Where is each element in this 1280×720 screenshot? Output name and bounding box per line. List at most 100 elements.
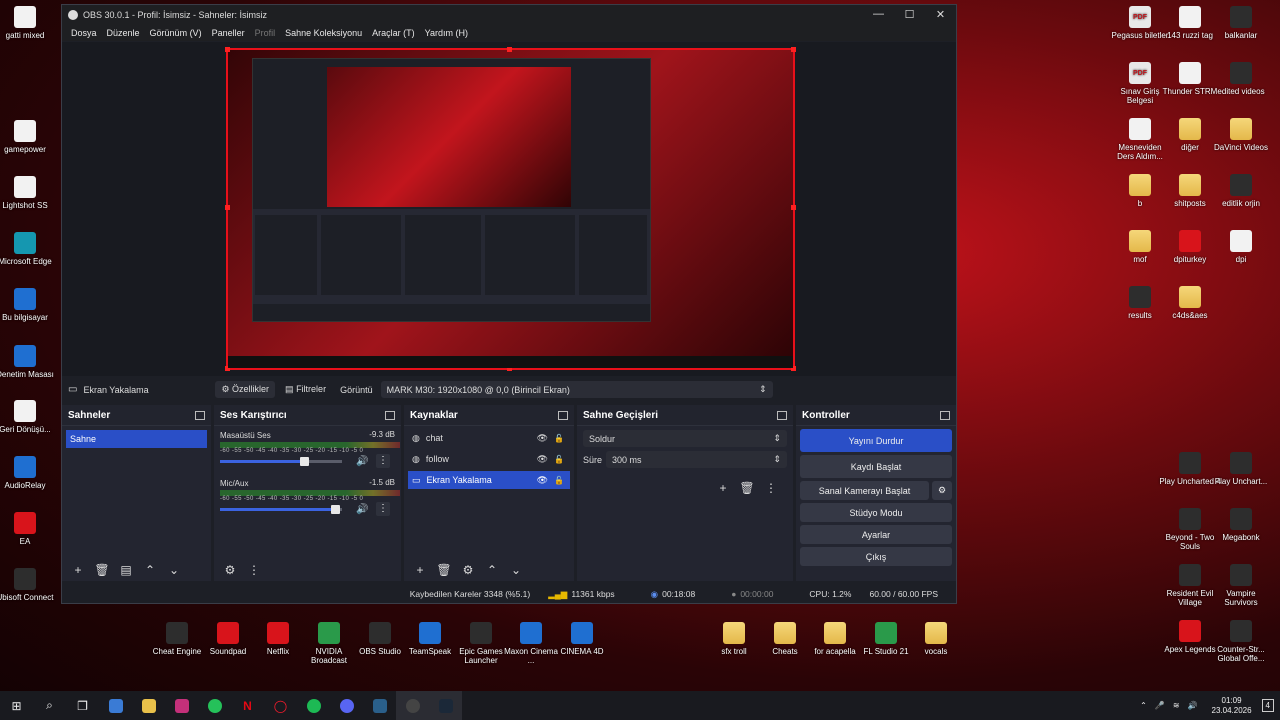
move-down-button[interactable]: ⌄ <box>506 563 526 577</box>
mixer-menu-icon[interactable]: ⋮ <box>244 563 264 577</box>
desktop-shortcut[interactable]: Ubisoft Connect <box>0 568 56 602</box>
whatsapp-icon[interactable] <box>198 691 231 720</box>
desktop-shortcut[interactable]: editlik orjin <box>1210 174 1272 208</box>
eye-icon[interactable]: 👁 <box>537 433 548 444</box>
move-up-button[interactable]: ⌃ <box>140 563 160 577</box>
chevron-up-icon[interactable]: ⌃ <box>1140 701 1147 710</box>
close-icon[interactable]: ✕ <box>925 8 956 21</box>
desktop-shortcut[interactable]: EA <box>0 512 56 546</box>
maximize-icon[interactable]: ☐ <box>894 8 925 21</box>
desktop-shortcut[interactable]: Play Unchart... <box>1210 452 1272 486</box>
steam-icon[interactable] <box>429 691 462 720</box>
desktop-shortcut[interactable]: Geri Dönüşü... <box>0 400 56 434</box>
menu-profile[interactable]: Profil <box>250 28 281 38</box>
studio-mode-button[interactable]: Stüdyo Modu <box>800 503 952 522</box>
resize-handle[interactable] <box>791 205 796 210</box>
desktop-shortcut[interactable]: Megabonk <box>1210 508 1272 542</box>
start-icon[interactable]: ⊞ <box>0 691 33 720</box>
gear-icon[interactable]: ⚙ <box>932 481 952 500</box>
wifi-icon[interactable]: ≋ <box>1173 701 1180 710</box>
resize-handle[interactable] <box>225 205 230 210</box>
filters-button[interactable]: ▤ Filtreler <box>279 381 332 398</box>
desktop-shortcut[interactable]: Denetim Masası <box>0 345 56 379</box>
menu-view[interactable]: Görünüm (V) <box>145 28 207 38</box>
advanced-audio-icon[interactable]: ⚙ <box>220 563 240 577</box>
move-down-button[interactable]: ⌄ <box>164 563 184 577</box>
desktop-shortcut[interactable]: DaVinci Videos <box>1210 118 1272 152</box>
obs-icon[interactable] <box>396 691 429 720</box>
duration-input[interactable]: 300 ms ⇕ <box>606 451 787 468</box>
menu-scene-collection[interactable]: Sahne Koleksiyonu <box>280 28 367 38</box>
spinner-icon[interactable]: ⇕ <box>773 454 781 465</box>
properties-button[interactable]: ⚙ Özellikler <box>215 381 276 398</box>
undock-icon[interactable] <box>385 410 395 420</box>
remove-source-button[interactable]: 🗑 <box>434 563 454 577</box>
display-select[interactable]: MARK M30: 1920x1080 @ 0,0 (Birincil Ekra… <box>380 381 773 398</box>
eye-icon[interactable]: 👁 <box>537 475 548 486</box>
desktop-shortcut[interactable]: Microsoft Edge <box>0 232 56 266</box>
spotify-icon[interactable] <box>297 691 330 720</box>
undock-icon[interactable] <box>558 410 568 420</box>
channel-menu-icon[interactable]: ⋮ <box>376 502 390 516</box>
desktop-shortcut[interactable]: balkanlar <box>1210 6 1272 40</box>
opera-icon[interactable]: ◯ <box>264 691 297 720</box>
desktop-shortcut[interactable]: dpi <box>1210 230 1272 264</box>
desktop-shortcut[interactable]: vocals <box>905 622 967 656</box>
desktop-shortcut[interactable]: AudioRelay <box>0 456 56 490</box>
menu-edit[interactable]: Düzenle <box>102 28 145 38</box>
undock-icon[interactable] <box>777 410 787 420</box>
desktop-shortcut[interactable]: Lightshot SS <box>0 176 56 210</box>
add-source-button[interactable]: + <box>410 563 430 577</box>
lock-icon[interactable]: 🔓 <box>554 434 564 443</box>
undock-icon[interactable] <box>940 410 950 420</box>
stop-streaming-button[interactable]: Yayını Durdur <box>800 429 952 452</box>
lock-icon[interactable]: 🔓 <box>554 476 564 485</box>
mic-icon[interactable]: 🎤 <box>1155 701 1165 710</box>
start-recording-button[interactable]: Kaydı Başlat <box>800 455 952 478</box>
eye-icon[interactable]: 👁 <box>537 454 548 465</box>
minimize-icon[interactable]: — <box>863 8 894 21</box>
transition-menu-icon[interactable]: ⋮ <box>761 481 781 495</box>
source-properties-button[interactable]: ⚙ <box>458 563 478 577</box>
resize-handle[interactable] <box>507 47 512 52</box>
desktop-shortcut[interactable]: Counter-Str... Global Offe... <box>1210 620 1272 663</box>
resize-handle[interactable] <box>791 47 796 52</box>
menu-tools[interactable]: Araçlar (T) <box>367 28 420 38</box>
desktop-shortcut[interactable]: edited videos <box>1210 62 1272 96</box>
store-icon[interactable] <box>99 691 132 720</box>
speaker-icon[interactable]: 🔊 <box>356 504 368 515</box>
desktop-shortcut[interactable]: c4ds&aes <box>1159 286 1221 320</box>
menu-docks[interactable]: Paneller <box>207 28 250 38</box>
desktop-shortcut[interactable]: Bu bilgisayar <box>0 288 56 322</box>
channel-menu-icon[interactable]: ⋮ <box>376 454 390 468</box>
menu-file[interactable]: Dosya <box>66 28 102 38</box>
instagram-icon[interactable] <box>165 691 198 720</box>
volume-slider[interactable] <box>220 505 342 514</box>
scene-filters-button[interactable]: ▤ <box>116 563 136 577</box>
transition-select[interactable]: Soldur ⇕ <box>583 430 787 447</box>
move-up-button[interactable]: ⌃ <box>482 563 502 577</box>
discord-icon[interactable] <box>330 691 363 720</box>
desktop-shortcut[interactable]: gatti mixed <box>0 6 56 40</box>
notification-badge[interactable]: 4 <box>1261 699 1274 712</box>
exit-button[interactable]: Çıkış <box>800 547 952 566</box>
undock-icon[interactable] <box>195 410 205 420</box>
start-virtual-camera-button[interactable]: Sanal Kamerayı Başlat <box>800 481 929 500</box>
add-scene-button[interactable]: + <box>68 563 88 577</box>
source-item-follow[interactable]: ◍ follow 👁 🔓 <box>408 450 570 468</box>
speaker-icon[interactable]: 🔊 <box>356 456 368 467</box>
resize-handle[interactable] <box>225 47 230 52</box>
settings-button[interactable]: Ayarlar <box>800 525 952 544</box>
desktop-shortcut[interactable]: gamepower <box>0 120 56 154</box>
preview-canvas[interactable] <box>225 47 796 371</box>
desktop-shortcut[interactable]: CINEMA 4D <box>551 622 613 656</box>
steam-tools-icon[interactable] <box>363 691 396 720</box>
menu-help[interactable]: Yardım (H) <box>420 28 473 38</box>
add-transition-button[interactable]: + <box>713 481 733 495</box>
explorer-icon[interactable] <box>132 691 165 720</box>
remove-transition-button[interactable]: 🗑 <box>737 481 757 495</box>
clock[interactable]: 01:09 23.04.2026 <box>1212 696 1252 716</box>
speaker-icon[interactable]: 🔊 <box>1188 701 1198 710</box>
netflix-icon[interactable]: N <box>231 691 264 720</box>
source-item-chat[interactable]: ◍ chat 👁 🔓 <box>408 429 570 447</box>
